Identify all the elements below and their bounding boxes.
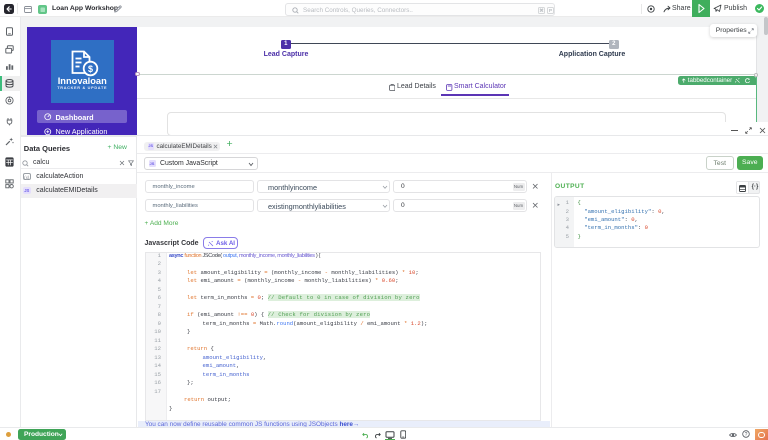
- svg-text:$: $: [87, 63, 92, 73]
- svg-text:?: ?: [745, 432, 748, 438]
